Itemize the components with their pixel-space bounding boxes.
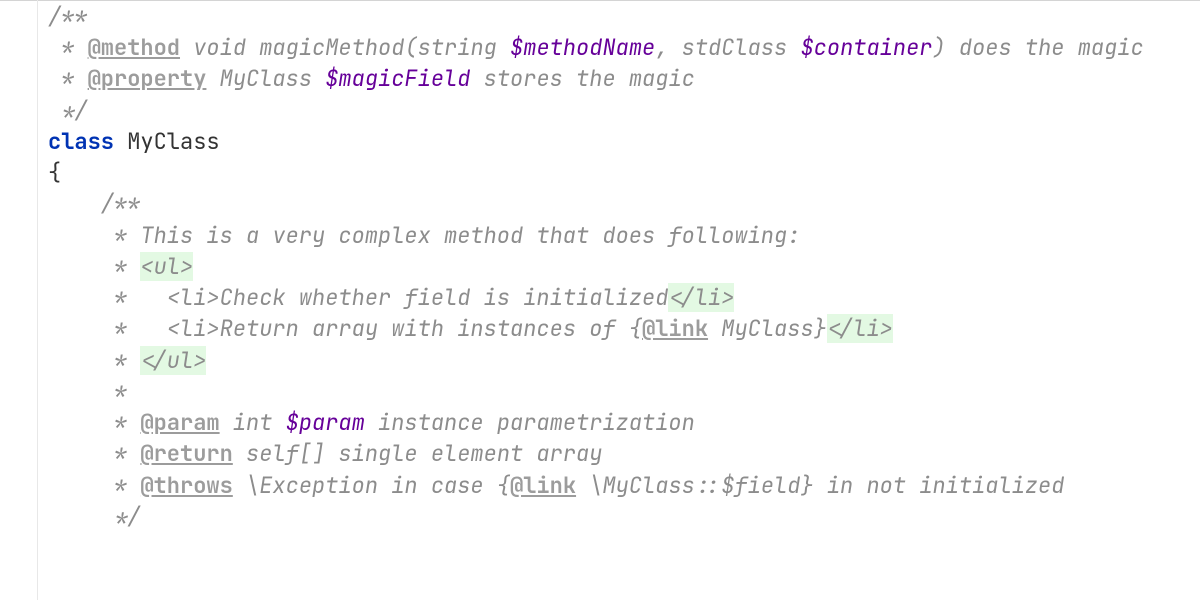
doc-star: * — [48, 252, 140, 281]
brace: { — [48, 158, 61, 187]
code-line: * — [0, 376, 1200, 407]
doc-star: * — [48, 33, 88, 62]
doc-star: * — [48, 408, 140, 437]
code-line: */ — [0, 501, 1200, 532]
html-li-close: </li> — [827, 314, 893, 343]
code-line: * @return self[] single element array — [0, 438, 1200, 469]
li-text: Return array with instances of { — [220, 314, 642, 343]
doc-desc: This is a very complex method that does … — [140, 221, 800, 250]
comment-open: /** — [48, 189, 140, 218]
phpdoc-param-tag: @param — [140, 408, 219, 437]
code-line: * @property MyClass $magicField stores t… — [0, 63, 1200, 94]
return-type: self[] — [233, 439, 325, 468]
doc-desc: stores the magic — [470, 64, 694, 93]
doc-star: * — [48, 377, 127, 406]
property-type: MyClass — [206, 64, 325, 93]
li-text: Check whether field is initialized — [220, 283, 669, 312]
html-ul-close: </ul> — [140, 346, 206, 375]
code-line: { — [0, 157, 1200, 188]
paren: ) — [932, 33, 945, 62]
method-name: magicMethod — [246, 33, 404, 62]
keyword-class: class — [48, 127, 127, 156]
doc-star: * — [48, 314, 140, 343]
doc-desc: } in not initialized — [800, 471, 1064, 500]
param-type: int — [220, 408, 286, 437]
html-li-open: <li> — [167, 314, 220, 343]
code-line: * @method void magicMethod(string $metho… — [0, 32, 1200, 63]
link-target: MyClass — [708, 314, 814, 343]
doc-star: * — [48, 471, 140, 500]
doc-star: * — [48, 346, 140, 375]
code-line: /** — [0, 188, 1200, 219]
doc-desc: does the magic — [946, 33, 1144, 62]
code-line: * @param int $param instance parametriza… — [0, 407, 1200, 438]
paren: ( — [404, 33, 417, 62]
property-var: $magicField — [325, 64, 470, 93]
code-line: * @throws \Exception in case {@link \MyC… — [0, 470, 1200, 501]
html-ul-open: <ul> — [140, 252, 193, 281]
indent — [140, 314, 166, 343]
comment-close: */ — [48, 96, 88, 125]
code-line: */ — [0, 95, 1200, 126]
doc-desc: instance parametrization — [365, 408, 695, 437]
html-li-open: <li> — [167, 283, 220, 312]
doc-star: * — [48, 439, 140, 468]
phpdoc-method-tag: @method — [88, 33, 180, 62]
doc-star: * — [48, 283, 140, 312]
code-line: * <ul> — [0, 251, 1200, 282]
indent — [140, 283, 166, 312]
code-line: class MyClass — [0, 126, 1200, 157]
html-li-close: </li> — [668, 283, 734, 312]
exception-type: \Exception — [233, 471, 378, 500]
code-line: * </ul> — [0, 345, 1200, 376]
comma: , — [655, 33, 681, 62]
code-line: * <li>Check whether field is initialized… — [0, 282, 1200, 313]
phpdoc-property-tag: @property — [88, 64, 207, 93]
comment-close: */ — [48, 502, 140, 531]
brace-close: } — [814, 314, 827, 343]
doc-star: * — [48, 64, 88, 93]
param-type: string — [418, 33, 510, 62]
return-type: void — [180, 33, 246, 62]
doc-desc: in case { — [378, 471, 510, 500]
doc-star: * — [48, 221, 140, 250]
param-var: $methodName — [510, 33, 655, 62]
param-var: $param — [286, 408, 365, 437]
phpdoc-link-tag: @link — [642, 314, 708, 343]
link-target: \MyClass::$field — [576, 471, 800, 500]
phpdoc-return-tag: @return — [140, 439, 232, 468]
phpdoc-link-tag: @link — [510, 471, 576, 500]
code-editor[interactable]: /** * @method void magicMethod(string $m… — [0, 0, 1200, 532]
doc-desc: single element array — [325, 439, 602, 468]
code-line: * <li>Return array with instances of {@l… — [0, 313, 1200, 344]
comment-open: /** — [48, 2, 88, 31]
class-name: MyClass — [127, 127, 219, 156]
param-var: $container — [800, 33, 932, 62]
code-line: * This is a very complex method that doe… — [0, 220, 1200, 251]
code-line: /** — [0, 1, 1200, 32]
param-type: stdClass — [682, 33, 801, 62]
phpdoc-throws-tag: @throws — [140, 471, 232, 500]
